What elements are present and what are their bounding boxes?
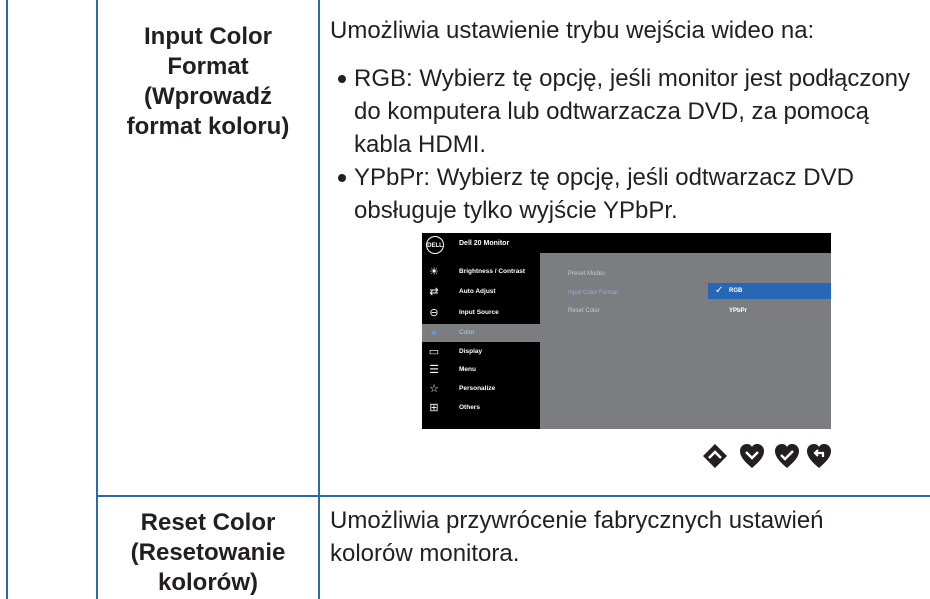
row-description-input-color-format: Umożliwia ustawienie trybu wejścia wideo… [330, 17, 815, 44]
osd-submenu-panel [540, 253, 831, 429]
auto-adjust-icon: ⇄ [429, 286, 439, 298]
bullet-dot [338, 174, 346, 182]
osd-option-ypbpr[interactable]: YPbPr [708, 303, 831, 319]
osd-menu-item-auto-adjust[interactable]: ⇄ Auto Adjust [422, 283, 540, 301]
osd-option-rgb[interactable]: ✓ RGB [708, 283, 831, 299]
back-icon[interactable] [806, 443, 832, 469]
down-icon[interactable] [739, 443, 765, 469]
confirm-icon[interactable] [774, 443, 800, 469]
osd-menu-label: Brightness / Contrast [459, 268, 526, 275]
osd-menu-item-color[interactable]: ● Color [422, 324, 540, 342]
display-icon: ▭ [428, 346, 440, 358]
osd-menu-label: Others [459, 404, 480, 411]
osd-menu-label: Menu [459, 366, 476, 373]
table-border-col2 [318, 0, 320, 599]
row-label-reset-color: Reset Color (Resetowanie kolorów) [130, 509, 286, 596]
table-border-left [6, 0, 8, 599]
osd-header: DELL Dell 20 Monitor [422, 233, 831, 254]
osd-menu-item-input-source[interactable]: ⊖ Input Source [422, 304, 540, 322]
menu-icon: ☰ [429, 364, 439, 376]
bullet-rgb: RGB: Wybierz tę opcję, jeśli monitor jes… [338, 62, 918, 161]
row-divider [96, 495, 930, 497]
bullet-text: RGB: Wybierz tę opcję, jeśli monitor jes… [354, 65, 911, 158]
bullet-text: YPbPr: Wybierz tę opcję, jeśli odtwarzac… [354, 164, 854, 224]
dell-logo: DELL [426, 236, 444, 254]
osd-submenu-input-color-format[interactable]: Input Color Format [568, 290, 618, 296]
bullet-ypbpr: YPbPr: Wybierz tę opcję, jeśli odtwarzac… [338, 161, 918, 227]
row-description-reset-color: Umożliwia przywrócenie fabrycznych ustaw… [330, 507, 824, 567]
osd-menu-label: Color [459, 329, 475, 336]
osd-menu-label: Input Source [459, 309, 499, 316]
osd-menu-label: Personalize [459, 385, 496, 392]
osd-menu-item-personalize[interactable]: ☆ Personalize [422, 380, 540, 398]
osd-option-label: RGB [729, 288, 743, 294]
bullet-dot [338, 75, 346, 83]
brightness-icon: ☀ [429, 266, 439, 278]
color-icon: ● [430, 327, 438, 339]
osd-menu-item-menu[interactable]: ☰ Menu [422, 361, 540, 379]
osd-menu-item-others[interactable]: ⊞ Others [422, 399, 540, 417]
osd-submenu-preset-modes[interactable]: Preset Modes [568, 271, 605, 277]
osd-option-label: YPbPr [729, 308, 748, 314]
osd-submenu-reset-color[interactable]: Reset Color [568, 308, 600, 314]
check-icon: ✓ [715, 285, 724, 296]
others-icon: ⊞ [429, 402, 439, 414]
row-label-input-color-format: Input Color Format (Wprowadź format kolo… [126, 23, 290, 140]
osd-menu-item-brightness[interactable]: ☀ Brightness / Contrast [422, 263, 540, 281]
input-source-icon: ⊖ [429, 307, 439, 319]
star-icon: ☆ [429, 383, 439, 395]
osd-title: Dell 20 Monitor [459, 240, 510, 247]
osd-menu-item-display[interactable]: ▭ Display [422, 343, 540, 361]
up-icon[interactable] [702, 443, 728, 469]
osd-menu-label: Display [459, 348, 483, 355]
osd-menu: DELL Dell 20 Monitor ☀ Brightness / Cont… [422, 233, 831, 429]
osd-menu-label: Auto Adjust [459, 288, 496, 295]
